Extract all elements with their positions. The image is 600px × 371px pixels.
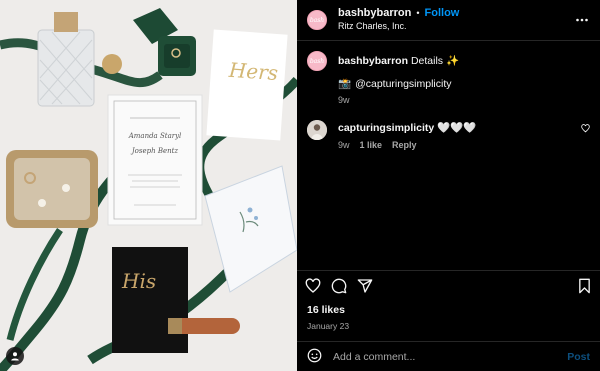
commenter-photo [307,120,327,140]
comment-item: capturingsimplicity 🤍🤍🤍 9w 1 like Reply [307,120,590,150]
caption-username[interactable]: bashbybarron [338,55,408,67]
commenter-username[interactable]: capturingsimplicity [338,122,434,134]
post-actions [297,270,600,301]
post-image[interactable]: Hers Amanda Staryl Joseph Bentz His [0,0,297,371]
add-comment-bar: Post [297,341,600,371]
card-name-1: Amanda Staryl [128,132,182,140]
caption-credit: 📸 @capturingsimplicity [338,77,590,91]
author-username[interactable]: bashbybarron [338,7,411,20]
flatlay-photo: Hers Amanda Staryl Joseph Bentz His [0,0,297,371]
share-icon [357,279,373,293]
bookmark-icon [579,278,590,294]
post-date[interactable]: January 23 [297,321,600,331]
comment-like-button[interactable] [581,124,590,136]
user-tag-icon [11,352,19,361]
post-modal: Hers Amanda Staryl Joseph Bentz His bash… [0,0,600,371]
save-button[interactable] [577,278,592,294]
comment-age[interactable]: 9w [338,140,350,150]
hers-text: Hers [227,58,279,85]
more-options-button[interactable] [574,12,590,28]
like-button[interactable] [305,278,321,294]
comment-icon [331,278,347,294]
emoji-icon [307,348,322,362]
caption-age[interactable]: 9w [338,95,350,105]
follow-button[interactable]: Follow [425,7,460,20]
caption-avatar[interactable]: bash [307,51,327,71]
comment-likes[interactable]: 1 like [360,140,383,150]
more-options-icon [576,18,588,22]
caption-text: Details ✨ [410,55,460,67]
post-comment-button[interactable]: Post [567,351,590,363]
post-location[interactable]: Ritz Charles, Inc. [338,20,574,33]
card-name-2: Joseph Bentz [130,147,179,155]
emoji-button[interactable] [307,348,322,366]
post-side-panel: bash bashbybarron • Follow Ritz Charles,… [297,0,600,371]
camera-emoji: 📸 [338,78,352,90]
likes-count[interactable]: 16 likes [297,304,600,316]
comments-section: bash bashbybarron Details ✨ 📸 @capturing… [297,41,600,270]
comment-text: 🤍🤍🤍 [437,122,477,134]
comment-input[interactable] [333,350,568,363]
author-avatar[interactable]: bash [307,10,327,30]
commenter-avatar[interactable] [307,120,327,140]
caption-meta: 9w [338,95,590,105]
user-tag-button[interactable] [6,347,24,365]
separator: • [416,8,420,18]
comment-meta: 9w 1 like Reply [338,140,581,150]
share-button[interactable] [357,278,373,294]
his-text: His [121,269,156,293]
caption: bash bashbybarron Details ✨ 📸 @capturing… [307,51,590,105]
caption-mention[interactable]: @capturingsimplicity [355,78,451,90]
heart-icon [581,124,590,133]
reply-button[interactable]: Reply [392,140,417,150]
post-header: bash bashbybarron • Follow Ritz Charles,… [297,0,600,41]
heart-icon [305,278,321,293]
comment-button[interactable] [331,278,347,294]
